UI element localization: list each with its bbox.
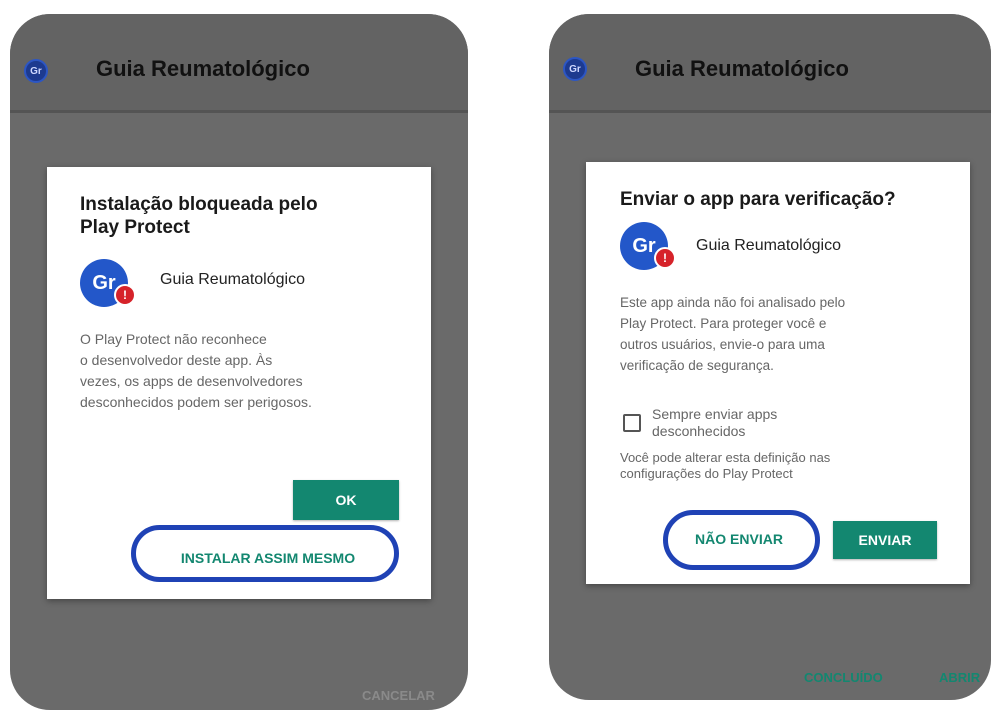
always-send-label[interactable]: Sempre enviar apps desconhecidos	[652, 406, 777, 440]
settings-note: Você pode alterar esta definição nas con…	[620, 450, 965, 482]
left-app-icon: Gr	[24, 59, 48, 83]
left-dialog-title: Instalação bloqueada pelo Play Protect	[80, 193, 410, 239]
open-button[interactable]: ABRIR	[939, 670, 980, 685]
right-app-large-icon-text: Gr	[632, 234, 656, 257]
left-app-large-icon-text: Gr	[92, 271, 116, 294]
settings-note-line2: configurações do Play Protect	[620, 466, 793, 481]
left-dialog-message-line: o desenvolvedor deste app. Às	[80, 352, 273, 368]
right-app-title: Guia Reumatológico	[635, 56, 849, 81]
right-app-bar: Gr Guia Reumatológico	[549, 14, 991, 113]
right-dialog-message-line: outros usuários, envie-o para uma	[620, 337, 825, 352]
right-dialog-title: Enviar o app para verificação?	[620, 189, 896, 210]
settings-note-line1: Você pode alterar esta definição nas	[620, 450, 831, 465]
left-dialog-message-line: desconhecidos podem ser perigosos.	[80, 394, 312, 410]
always-send-label-line2: desconhecidos	[652, 423, 746, 439]
left-dialog-message-line: O Play Protect não reconhece	[80, 331, 267, 347]
cancel-button[interactable]: CANCELAR	[362, 688, 435, 703]
install-anyway-highlight	[131, 525, 399, 582]
send-button[interactable]: ENVIAR	[833, 521, 937, 559]
left-app-title: Guia Reumatológico	[96, 56, 310, 81]
left-phone-screen: Gr Guia Reumatológico Instalação bloquea…	[10, 14, 468, 710]
left-dialog-message-line: vezes, os apps de desenvolvedores	[80, 373, 303, 389]
right-dialog-message-line: verificação de segurança.	[620, 358, 774, 373]
dont-send-highlight	[663, 510, 820, 570]
shield-warning-icon: !	[114, 284, 136, 306]
right-dialog-message-line: Este app ainda não foi analisado pelo	[620, 295, 846, 310]
right-app-icon: Gr	[563, 57, 587, 81]
right-dialog-message-line: Play Protect. Para proteger você e	[620, 316, 827, 331]
left-dialog-title-line2: Play Protect	[80, 217, 190, 238]
right-dialog-app-name: Guia Reumatológico	[696, 237, 841, 254]
left-app-bar: Gr Guia Reumatológico	[10, 14, 468, 113]
left-dialog-app-name: Guia Reumatológico	[160, 271, 305, 288]
done-button[interactable]: CONCLUÍDO	[804, 670, 883, 685]
always-send-checkbox[interactable]	[623, 414, 641, 432]
left-dialog-message: O Play Protect não reconhece o desenvolv…	[80, 329, 420, 413]
right-dialog-message: Este app ainda não foi analisado pelo Pl…	[620, 292, 960, 376]
right-phone-screen: Gr Guia Reumatológico Enviar o app para …	[549, 14, 991, 700]
always-send-label-line1: Sempre enviar apps	[652, 406, 778, 422]
left-dialog-title-line1: Instalação bloqueada pelo	[80, 194, 318, 215]
shield-warning-icon: !	[654, 247, 676, 269]
ok-button[interactable]: OK	[293, 480, 399, 520]
